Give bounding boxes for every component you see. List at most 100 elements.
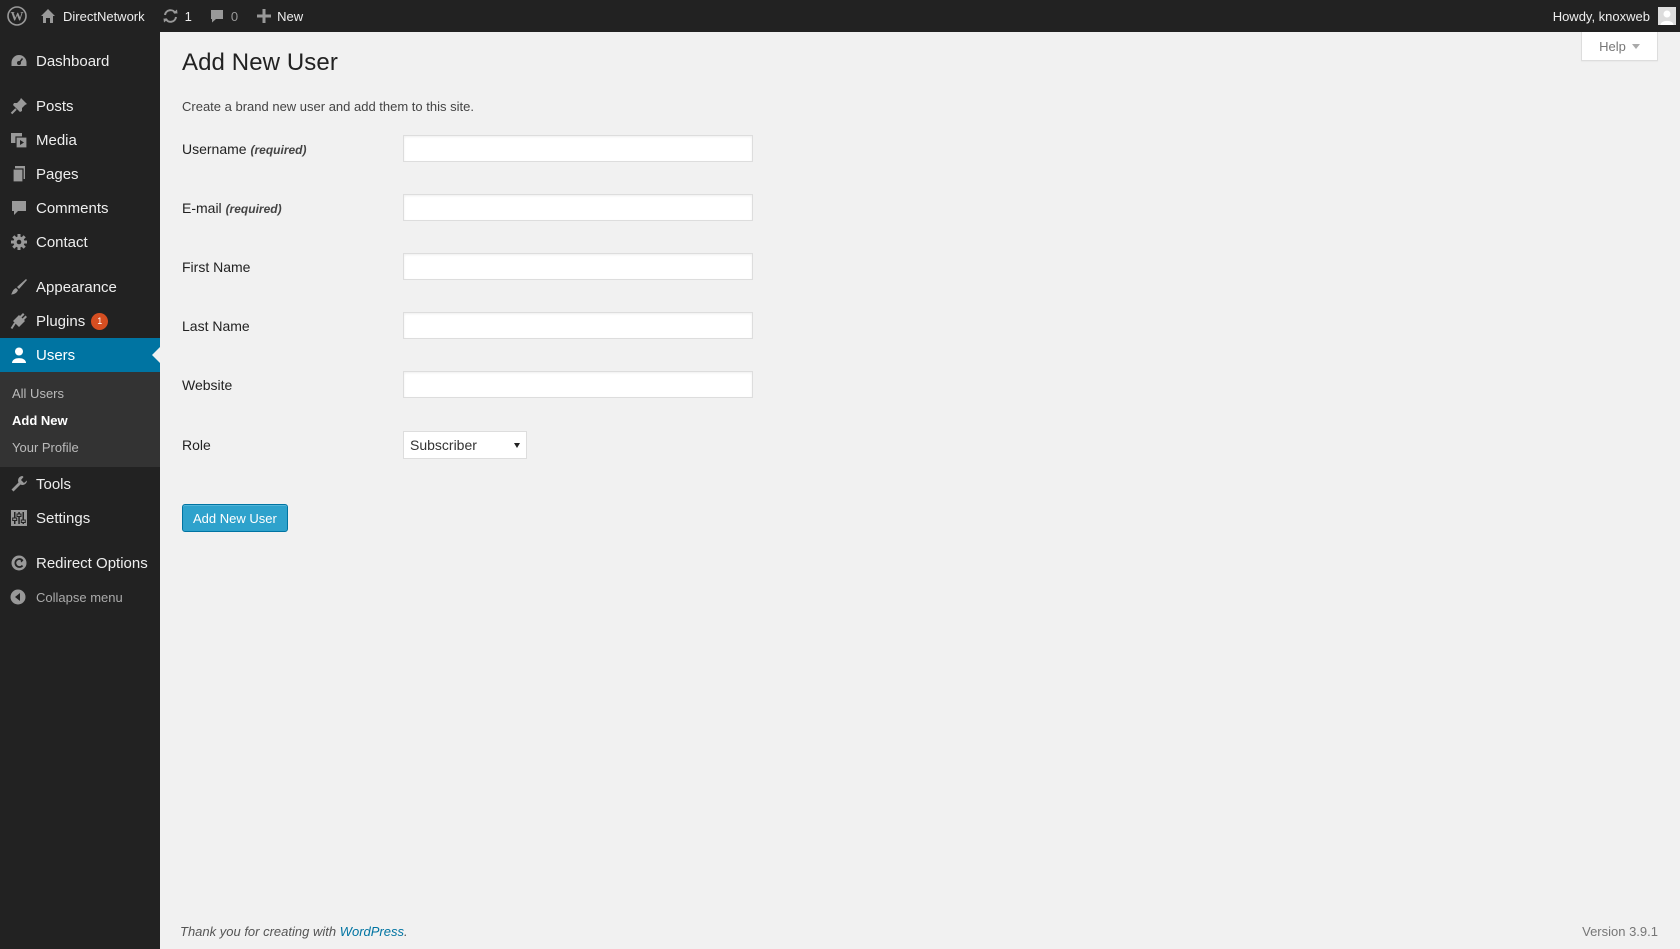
menu-label-tools: Tools: [36, 475, 72, 493]
menu-item-posts[interactable]: Posts: [0, 89, 160, 123]
comment-icon: [210, 10, 223, 23]
site-name: DirectNetwork: [63, 8, 145, 24]
comment-icon: [0, 199, 36, 217]
new-content-link[interactable]: New: [245, 0, 310, 32]
wordpress-logo-button[interactable]: W: [0, 0, 35, 32]
website-row: Website: [182, 371, 753, 398]
website-label: Website: [182, 376, 233, 393]
collapse-menu-button[interactable]: Collapse menu: [0, 580, 160, 614]
email-label: E-mail (required): [182, 200, 403, 216]
menu-item-redirect-options[interactable]: Redirect Options: [0, 546, 160, 580]
username-label-text: Username: [182, 140, 247, 157]
page-description: Create a brand new user and add them to …: [182, 99, 474, 114]
avatar-person-icon: [1660, 10, 1674, 25]
menu-item-media[interactable]: Media: [0, 123, 160, 157]
footer-thanks: Thank you for creating with WordPress.: [180, 924, 408, 939]
page-title: Add New User: [182, 49, 338, 76]
my-account-link[interactable]: Howdy, knoxweb: [1543, 0, 1680, 32]
admin-bar: W DirectNetwork 1 0 New Howdy, knoxweb: [0, 0, 1680, 32]
admin-sidebar: Dashboard Posts Media Pages Comments Con…: [0, 32, 160, 949]
updates-icon: [163, 9, 178, 23]
username-input[interactable]: [403, 135, 753, 162]
comments-link[interactable]: 0: [199, 0, 245, 32]
dropdown-arrow-icon: [1631, 43, 1640, 49]
menu-label-appearance: Appearance: [36, 278, 117, 296]
home-icon: [41, 9, 55, 23]
menu-item-settings[interactable]: Settings: [0, 501, 160, 535]
collapse-arrow-icon: [0, 589, 36, 605]
role-row: Role Subscriber: [182, 431, 527, 459]
submenu-your-profile[interactable]: Your Profile: [0, 434, 160, 461]
last-name-row: Last Name: [182, 312, 753, 339]
menu-item-plugins[interactable]: Plugins 1: [0, 304, 160, 338]
footer-period: .: [404, 924, 408, 939]
main-content: Help Add New User Create a brand new use…: [160, 32, 1680, 949]
wrench-icon: [0, 475, 36, 493]
required-note: (required): [250, 142, 307, 157]
dashboard-icon: [0, 52, 36, 70]
user-icon: [0, 346, 36, 364]
menu-label-media: Media: [36, 131, 77, 149]
menu-label-redirect-options: Redirect Options: [36, 554, 148, 572]
menu-label-settings: Settings: [36, 509, 91, 527]
menu-label-users: Users: [36, 346, 76, 364]
wordpress-link[interactable]: WordPress: [340, 924, 404, 939]
menu-label-plugins: Plugins: [36, 312, 86, 330]
first-name-row: First Name: [182, 253, 753, 280]
pin-icon: [0, 97, 36, 115]
username-row: Username (required): [182, 135, 753, 162]
last-name-label: Last Name: [182, 317, 250, 334]
menu-label-dashboard: Dashboard: [36, 52, 110, 70]
email-input[interactable]: [403, 194, 753, 221]
menu-item-contact[interactable]: Contact: [0, 225, 160, 259]
menu-label-pages: Pages: [36, 165, 79, 183]
submenu-all-users[interactable]: All Users: [0, 380, 160, 407]
submenu-add-new[interactable]: Add New: [0, 407, 160, 434]
redirect-icon: [0, 554, 36, 572]
new-label: New: [277, 8, 304, 24]
email-row: E-mail (required): [182, 194, 753, 221]
footer-version: Version 3.9.1: [1582, 924, 1658, 939]
website-input[interactable]: [403, 371, 753, 398]
menu-item-comments[interactable]: Comments: [0, 191, 160, 225]
menu-item-users[interactable]: Users: [0, 338, 160, 372]
collapse-menu-label: Collapse menu: [36, 589, 123, 605]
role-label: Role: [182, 437, 211, 453]
menu-item-dashboard[interactable]: Dashboard: [0, 44, 160, 78]
gear-icon: [0, 233, 36, 251]
menu-label-contact: Contact: [36, 233, 88, 251]
wordpress-logo-icon: W: [7, 6, 27, 26]
site-name-link[interactable]: DirectNetwork: [35, 0, 152, 32]
footer-thanks-text: Thank you for creating with: [180, 924, 340, 939]
select-arrow-icon: [514, 442, 520, 448]
svg-text:W: W: [11, 9, 24, 24]
username-label: Username (required): [182, 141, 403, 157]
admin-menu: Dashboard Posts Media Pages Comments Con…: [0, 32, 160, 614]
last-name-input[interactable]: [403, 312, 753, 339]
menu-item-appearance[interactable]: Appearance: [0, 270, 160, 304]
plus-icon: [257, 9, 272, 23]
updates-count: 1: [184, 8, 192, 24]
add-new-user-button[interactable]: Add New User: [182, 504, 288, 532]
pages-icon: [0, 165, 36, 183]
avatar: [1658, 7, 1676, 25]
required-note: (required): [225, 201, 282, 216]
updates-link[interactable]: 1: [152, 0, 199, 32]
first-name-input[interactable]: [403, 253, 753, 280]
role-selected-value: Subscriber: [410, 437, 477, 453]
menu-label-comments: Comments: [36, 199, 109, 217]
plugins-update-badge: 1: [91, 312, 109, 330]
account-greeting: Howdy, knoxweb: [1552, 8, 1650, 24]
plug-icon: [0, 312, 36, 330]
menu-item-pages[interactable]: Pages: [0, 157, 160, 191]
settings-icon: [0, 509, 36, 527]
first-name-label: First Name: [182, 258, 251, 275]
comments-count: 0: [230, 8, 239, 24]
media-icon: [0, 131, 36, 149]
menu-label-posts: Posts: [36, 97, 74, 115]
menu-item-tools[interactable]: Tools: [0, 467, 160, 501]
role-select[interactable]: Subscriber: [403, 431, 527, 459]
brush-icon: [0, 278, 36, 296]
help-tab-button[interactable]: Help: [1581, 32, 1658, 61]
help-label: Help: [1599, 38, 1626, 54]
